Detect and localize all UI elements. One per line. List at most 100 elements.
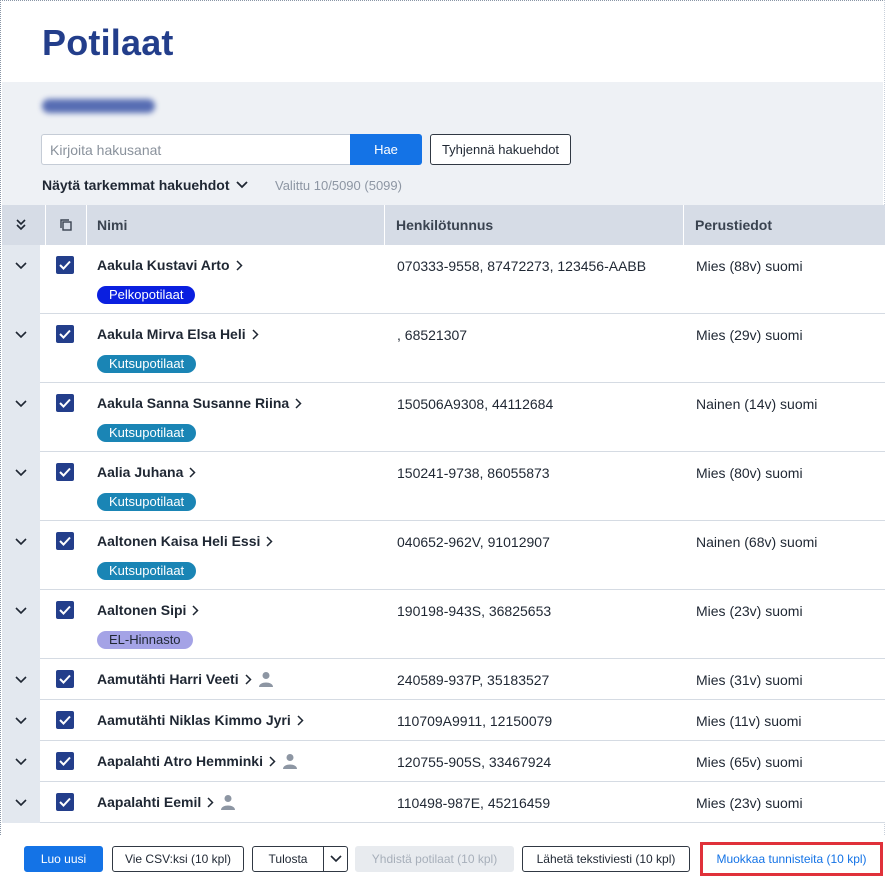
advanced-search-toggle[interactable]: Näytä tarkemmat hakuehdot [42, 177, 248, 193]
row-expand-button[interactable] [2, 383, 40, 424]
checkmark-icon [59, 674, 71, 684]
row-checkbox[interactable] [56, 793, 74, 811]
patient-name: Aaltonen Sipi [97, 602, 187, 618]
ssn-value: 190198-943S, 36825653 [397, 603, 552, 619]
row-expand-button[interactable] [2, 521, 40, 562]
table-row[interactable]: Aakula Kustavi Arto 070333-9558, 87472273… [15, 245, 885, 314]
column-header-basic-info[interactable]: Perustiedot [695, 205, 772, 245]
patient-name: Aakula Kustavi Arto [97, 257, 230, 273]
chevron-right-icon [192, 604, 200, 616]
chevron-down-icon [15, 716, 27, 724]
patient-name-link[interactable]: Aalia Juhana [97, 464, 196, 480]
chevron-right-icon [269, 755, 276, 767]
person-icon [282, 754, 297, 769]
tag-badge: Pelkopotilaat [97, 286, 196, 304]
checkmark-icon [59, 715, 71, 725]
page-frame: Potilaat Hae Tyhjennä hakuehdot Näytä ta… [0, 0, 885, 835]
checkmark-icon [59, 467, 71, 477]
row-checkbox[interactable] [56, 601, 74, 619]
search-input[interactable] [41, 134, 351, 165]
search-button[interactable]: Hae [350, 134, 422, 165]
tag-badge: Kutsupotilaat [97, 562, 197, 580]
row-checkbox[interactable] [56, 325, 74, 343]
basic-info-value: Nainen (68v) suomi [696, 534, 818, 550]
patient-name-link[interactable]: Aaltonen Kaisa Heli Essi [97, 533, 273, 549]
checkmark-icon [59, 260, 71, 270]
row-expand-button[interactable] [2, 700, 40, 741]
select-all-checkbox[interactable] [46, 205, 86, 245]
expand-all-button[interactable] [2, 205, 40, 245]
row-checkbox[interactable] [56, 532, 74, 550]
patient-name: Aamutähti Niklas Kimmo Jyri [97, 712, 291, 728]
patient-name-link[interactable]: Aapalahti Eemil [97, 794, 236, 810]
checkmark-icon [59, 536, 71, 546]
row-checkbox[interactable] [56, 752, 74, 770]
edit-tags-button[interactable]: Muokkaa tunnisteita (10 kpl) [703, 845, 880, 873]
row-expand-button[interactable] [2, 741, 40, 782]
table-row[interactable]: Aamutähti Niklas Kimmo Jyri 110709A9911, … [15, 700, 885, 741]
row-expand-button[interactable] [2, 452, 40, 493]
action-bar: Luo uusi Vie CSV:ksi (10 kpl) Tulosta Yh… [0, 836, 885, 877]
chevron-right-icon [295, 397, 302, 409]
basic-info-value: Nainen (14v) suomi [696, 396, 818, 412]
row-checkbox[interactable] [56, 670, 74, 688]
tag-badge: Kutsupotilaat [97, 355, 197, 373]
checkmark-icon [59, 797, 71, 807]
patient-name-link[interactable]: Aamutähti Harri Veeti [97, 671, 274, 687]
chevron-down-icon [235, 181, 248, 189]
table-row[interactable]: Aapalahti Eemil 110498-987E, 45216459 Mies… [15, 782, 885, 823]
patient-name-link[interactable]: Aapalahti Atro Hemminki [97, 753, 298, 769]
row-checkbox[interactable] [56, 394, 74, 412]
page-title: Potilaat [42, 22, 174, 63]
row-expand-button[interactable] [2, 782, 40, 823]
person-icon [258, 672, 273, 687]
row-expand-button[interactable] [2, 659, 40, 700]
patient-name-link[interactable]: Aakula Sanna Susanne Riina [97, 395, 302, 411]
basic-info-value: Mies (11v) suomi [696, 713, 802, 729]
row-expand-button[interactable] [2, 314, 40, 355]
row-expand-button[interactable] [2, 245, 40, 286]
send-sms-button[interactable]: Lähetä tekstiviesti (10 kpl) [522, 846, 690, 872]
patient-name-link[interactable]: Aamutähti Niklas Kimmo Jyri [97, 712, 304, 728]
chevron-right-icon [207, 796, 214, 808]
print-options-button[interactable] [323, 846, 348, 872]
table-row[interactable]: Aakula Mirva Elsa Heli , 68521307 Mies (29… [15, 314, 885, 383]
chevron-down-icon [329, 855, 342, 863]
basic-info-value: Mies (65v) suomi [696, 754, 803, 770]
patient-name: Aapalahti Eemil [97, 794, 202, 810]
chevron-down-icon [15, 468, 27, 476]
chevron-right-icon [235, 259, 243, 271]
patient-name: Aakula Mirva Elsa Heli [97, 326, 246, 342]
table-row[interactable]: Aamutähti Harri Veeti 240589-937P, 351835… [15, 659, 885, 700]
chevron-down-icon [15, 399, 27, 407]
row-checkbox[interactable] [56, 256, 74, 274]
table-header: Nimi Henkilötunnus Perustiedot [2, 205, 885, 245]
column-header-ssn[interactable]: Henkilötunnus [396, 205, 493, 245]
column-separator [86, 205, 87, 245]
checkmark-icon [59, 398, 71, 408]
row-checkbox[interactable] [56, 463, 74, 481]
row-expand-button[interactable] [2, 590, 40, 631]
patient-name-link[interactable]: Aakula Kustavi Arto [97, 257, 243, 273]
table-row[interactable]: Aaltonen Sipi 190198-943S, 36825653 Mies (… [15, 590, 885, 659]
print-button[interactable]: Tulosta [252, 846, 324, 872]
chevron-down-icon [15, 261, 27, 269]
merge-patients-button[interactable]: Yhdistä potilaat (10 kpl) [355, 846, 514, 872]
column-header-name[interactable]: Nimi [97, 205, 127, 245]
tag-badge: EL-Hinnasto [97, 631, 193, 649]
patient-name: Aamutähti Harri Veeti [97, 671, 239, 687]
patient-name-link[interactable]: Aakula Mirva Elsa Heli [97, 326, 259, 342]
table-row[interactable]: Aaltonen Kaisa Heli Essi 040652-962V, 910… [15, 521, 885, 590]
double-chevron-down-icon [16, 219, 26, 231]
table-row[interactable]: Aakula Sanna Susanne Riina 150506A9308, 4… [15, 383, 885, 452]
patient-name-link[interactable]: Aaltonen Sipi [97, 602, 200, 618]
chevron-down-icon [15, 537, 27, 545]
ssn-value: , 68521307 [397, 327, 468, 343]
clear-filters-button[interactable]: Tyhjennä hakuehdot [430, 134, 571, 165]
row-checkbox[interactable] [56, 711, 74, 729]
table-row[interactable]: Aalia Juhana 150241-9738, 86055873 Mies (8… [15, 452, 885, 521]
patient-name: Aalia Juhana [97, 464, 184, 480]
export-csv-button[interactable]: Vie CSV:ksi (10 kpl) [112, 846, 244, 872]
create-new-button[interactable]: Luo uusi [24, 846, 103, 872]
table-row[interactable]: Aapalahti Atro Hemminki 120755-905S, 3346… [15, 741, 885, 782]
